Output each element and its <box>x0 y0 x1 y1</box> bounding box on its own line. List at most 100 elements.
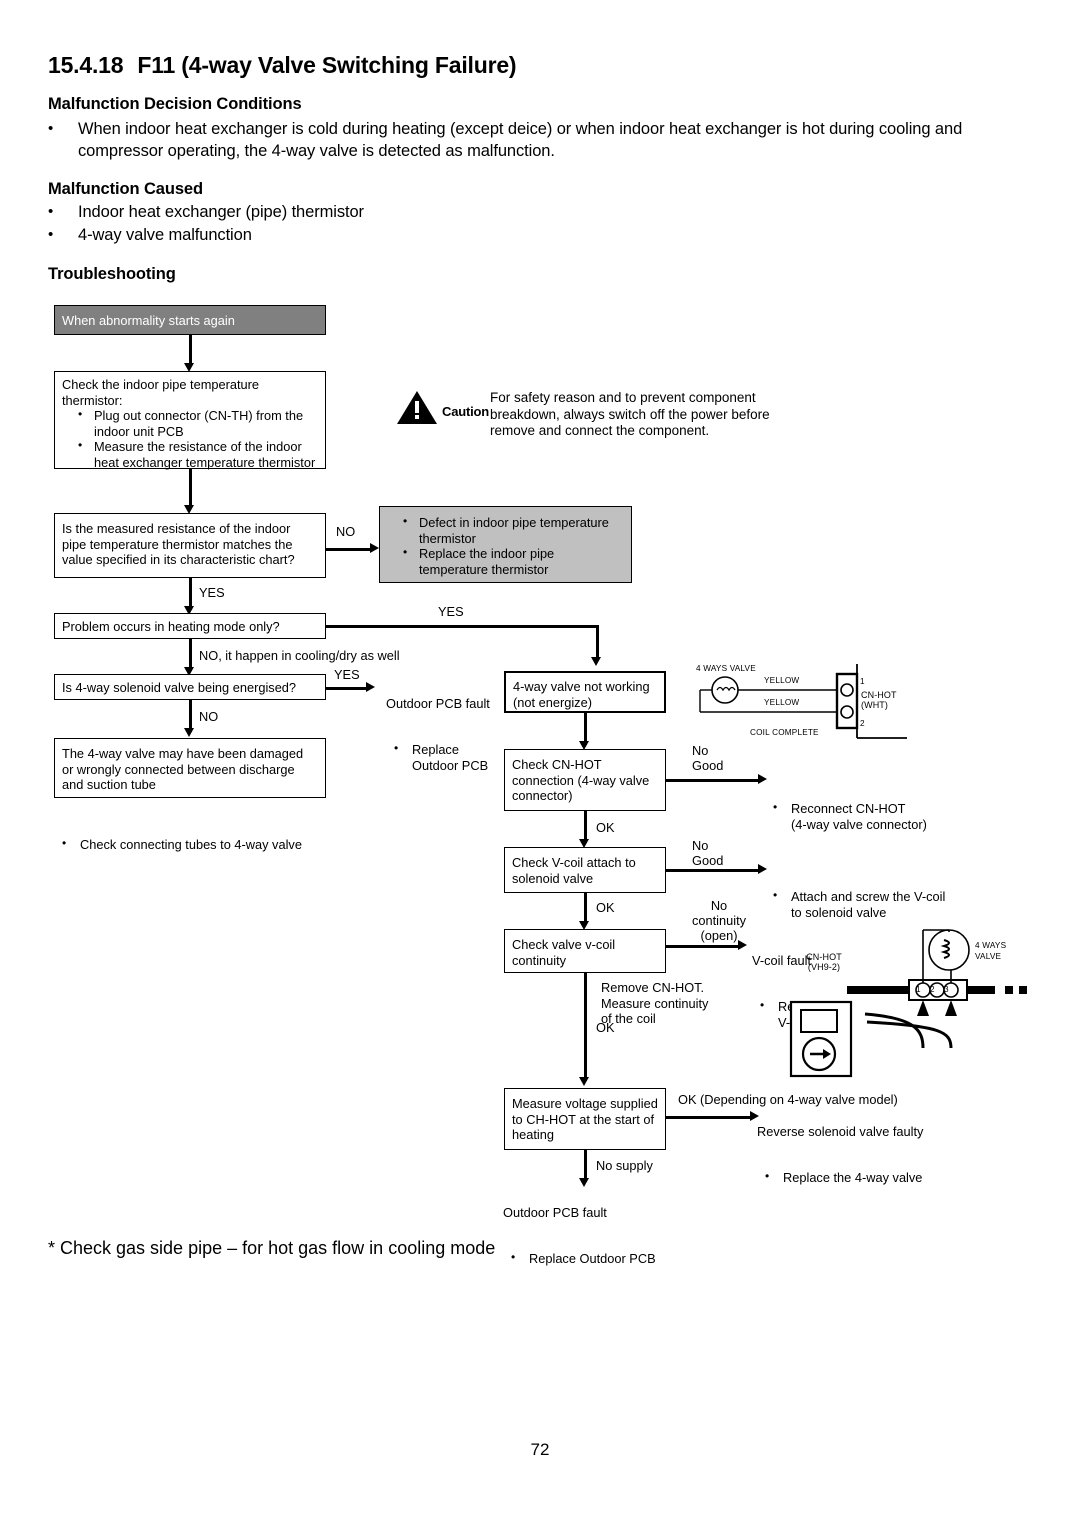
flow-defect-thermistor-box: Defect in indoor pipe temperature thermi… <box>379 506 632 583</box>
branch-label-ok-2: OK <box>596 900 615 915</box>
attach-screw-vcoil-bullet: Attach and screw the V-coil to solenoid … <box>765 888 975 920</box>
wiring-top-wire-2-label: YELLOW <box>764 698 800 707</box>
outdoor-pcb-fault-2-title: Outdoor PCB fault <box>503 1204 607 1220</box>
flow-check-thermistor-box: Check the indoor pipe temperature thermi… <box>54 371 326 470</box>
flow-resistance-question-box: Is the measured resistance of the indoor… <box>54 513 326 578</box>
bullet-dot-icon: • <box>48 226 54 243</box>
reverse-solenoid-title: Reverse solenoid valve faulty <box>757 1123 924 1139</box>
connector-arrow <box>579 1077 589 1086</box>
flow-measure-voltage-box: Measure voltage supplied to CH-HOT at th… <box>504 1088 666 1150</box>
malfunction-caused-bullet-2: • 4-way valve malfunction <box>48 224 748 246</box>
wiring-top-pin-2-label: 2 <box>860 719 865 728</box>
reconnect-cnhot-note: Reconnect CN-HOT (4-way valve connector) <box>765 770 965 864</box>
outdoor-pcb-fault-1-bullets: Replace Outdoor PCB <box>386 727 506 789</box>
check-tubes-bullets: Check connecting tubes to 4-way valve <box>54 822 354 869</box>
branch-label-no-supply: No supply <box>596 1158 653 1173</box>
bullet-dot-icon: • <box>48 203 54 220</box>
reconnect-cnhot-bullet: Reconnect CN-HOT (4-way valve connector) <box>765 800 965 832</box>
wiring-diagram-bottom: CN-HOT (VH9-2) 4 WAYS VALVE 1 2 3 <box>806 922 1075 1082</box>
connector-line <box>666 869 760 872</box>
outdoor-pcb-fault-2-bullets: Replace Outdoor PCB <box>503 1236 723 1283</box>
wiring-diagram-top: 4 WAYS VALVE YELLOW YELLOW 1 2 CN-HOT (W… <box>694 662 909 750</box>
outdoor-pcb-fault-1-bullet: Replace Outdoor PCB <box>386 741 506 773</box>
malfunction-caused-bullet-2-text: 4-way valve malfunction <box>78 226 252 244</box>
branch-label-no-cooling-dry: NO, it happen in cooling/dry as well <box>199 648 400 663</box>
connector-line <box>189 335 192 365</box>
heading-troubleshooting: Troubleshooting <box>48 265 176 283</box>
reverse-solenoid-note: Reverse solenoid valve faulty Replace th… <box>757 1108 977 1217</box>
branch-label-yes-3: YES <box>334 667 360 682</box>
check-thermistor-bullet-1: Plug out connector (CN-TH) from the indo… <box>78 407 318 439</box>
check-tubes-bullet: Check connecting tubes to 4-way valve <box>54 836 354 853</box>
connector-line <box>189 469 192 507</box>
branch-label-no-1: NO <box>336 524 356 539</box>
wiring-top-coil-note: COIL COMPLETE <box>750 728 819 737</box>
reconnect-cnhot-bullets: Reconnect CN-HOT (4-way valve connector) <box>765 786 965 848</box>
wiring-top-pin-1-label: 1 <box>860 677 865 686</box>
outdoor-pcb-fault-2-bullet: Replace Outdoor PCB <box>503 1250 723 1267</box>
wiring-bottom-valve-label: 4 WAYS VALVE <box>975 941 1007 961</box>
wiring-top-valve-label: 4 WAYS VALVE <box>696 664 756 673</box>
heading-malfunction-caused: Malfunction Caused <box>48 180 203 198</box>
page-number: 72 <box>530 1440 550 1459</box>
wiring-bottom-pin-1: 1 <box>916 985 921 994</box>
footnote-text: * Check gas side pipe – for hot gas flow… <box>48 1238 496 1258</box>
wiring-bottom-connector-label: CN-HOT (VH9-2) <box>806 952 842 972</box>
connector-arrow <box>591 657 601 666</box>
defect-box-bullets: Defect in indoor pipe temperature thermi… <box>387 514 624 577</box>
check-tubes-note: Check connecting tubes to 4-way valve <box>54 806 354 884</box>
check-thermistor-bullet-2: Measure the resistance of the indoor hea… <box>78 438 318 470</box>
connector-line <box>666 779 760 782</box>
connector-line <box>326 548 372 551</box>
multimeter-illustration <box>789 1000 861 1078</box>
connector-arrow <box>738 940 747 950</box>
caution-text: For safety reason and to prevent compone… <box>490 390 770 438</box>
flow-valve-not-working-box: 4-way valve not working (not energize) <box>504 671 666 713</box>
page-title: 15.4.18 F11 (4-way Valve Switching Failur… <box>48 52 517 79</box>
connector-line <box>326 625 598 628</box>
malfunction-caused-bullet-1: • Indoor heat exchanger (pipe) thermisto… <box>48 201 748 223</box>
wiring-bottom-pin-3: 3 <box>944 985 949 994</box>
connector-line <box>666 1116 752 1119</box>
flow-start-label: When abnormality starts again <box>62 313 235 328</box>
flow-valve-damaged-box: The 4-way valve may have been damaged or… <box>54 738 326 798</box>
branch-label-ok-1: OK <box>596 820 615 835</box>
caution-note: Caution <box>396 388 489 426</box>
defect-box-bullet-1: Defect in indoor pipe temperature thermi… <box>403 514 624 546</box>
flow-start-box: When abnormality starts again <box>54 305 326 335</box>
outdoor-pcb-fault-1: Outdoor PCB fault Replace Outdoor PCB <box>386 680 506 805</box>
connector-arrow <box>366 682 375 692</box>
warning-triangle-icon <box>397 391 437 424</box>
connector-line <box>666 945 740 948</box>
branch-label-no-continuity: No continuity (open) <box>691 898 747 943</box>
flow-check-vcoil-continuity-box: Check valve v-coil continuity <box>504 929 666 973</box>
connector-arrow <box>184 728 194 737</box>
outdoor-pcb-fault-2: Outdoor PCB fault Replace Outdoor PCB <box>503 1189 723 1298</box>
outdoor-pcb-fault-1-title: Outdoor PCB fault <box>386 695 490 711</box>
flow-heating-mode-question-box: Problem occurs in heating mode only? <box>54 613 326 639</box>
check-thermistor-bullets: Plug out connector (CN-TH) from the indo… <box>62 407 318 470</box>
wiring-diagram-bottom-svg <box>847 929 1027 1049</box>
branch-label-ok-3: OK <box>596 1020 615 1035</box>
connector-arrow <box>579 1178 589 1187</box>
reverse-solenoid-bullet: Replace the 4-way valve <box>757 1169 977 1186</box>
bullet-dot-icon: • <box>48 120 54 137</box>
branch-label-no-2: NO <box>199 709 219 724</box>
decision-conditions-bullet: • When indoor heat exchanger is cold dur… <box>48 118 1038 162</box>
caution-label: Caution <box>442 404 489 419</box>
wiring-bottom-pin-2: 2 <box>930 985 935 994</box>
reverse-solenoid-bullets: Replace the 4-way valve <box>757 1155 977 1202</box>
document-page: 15.4.18 F11 (4-way Valve Switching Failur… <box>0 0 1080 1527</box>
branch-label-no-good-2: No Good <box>692 838 724 868</box>
wiring-top-connector-label: CN-HOT (WHT) <box>861 690 897 710</box>
connector-line <box>584 973 587 1081</box>
branch-label-yes-2: YES <box>438 604 464 619</box>
remove-cnhot-note: Remove CN-HOT. Measure continuity of the… <box>601 980 709 1027</box>
defect-box-bullet-2: Replace the indoor pipe temperature ther… <box>403 545 624 577</box>
multimeter-icon <box>789 1000 853 1078</box>
connector-line <box>326 687 368 690</box>
branch-label-yes-1: YES <box>199 585 225 600</box>
check-thermistor-intro: Check the indoor pipe temperature thermi… <box>62 377 260 408</box>
flow-check-vcoil-attach-box: Check V-coil attach to solenoid valve <box>504 847 666 893</box>
section-title: F11 (4-way Valve Switching Failure) <box>137 52 517 78</box>
